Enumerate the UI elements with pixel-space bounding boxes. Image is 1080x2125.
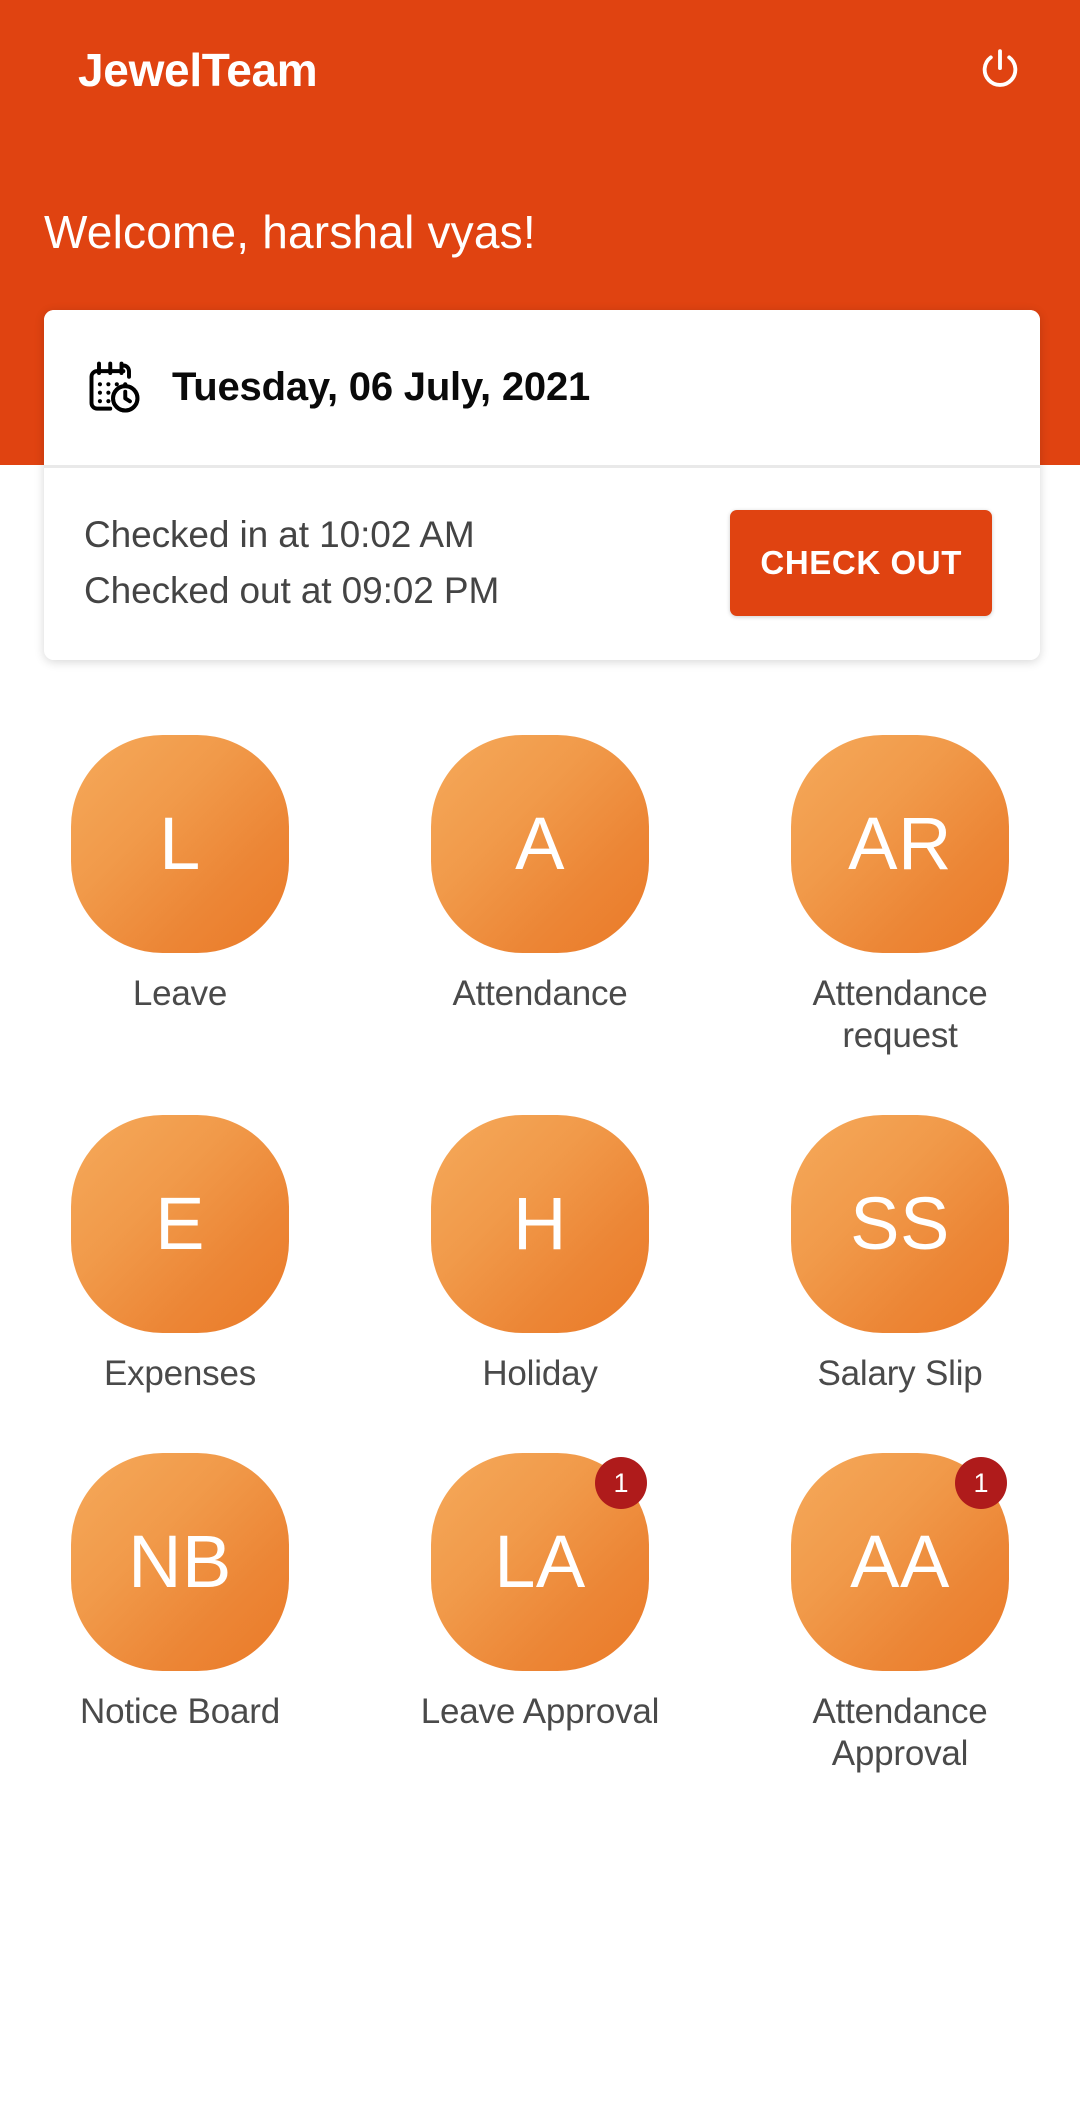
notification-badge: 1 (595, 1457, 647, 1509)
tile-label: Notice Board (80, 1692, 280, 1731)
tile-holiday[interactable]: H Holiday (360, 1115, 720, 1395)
tile-label: Leave Approval (420, 1692, 660, 1731)
tile-label: Attendance Approval (812, 1692, 988, 1773)
power-icon[interactable] (968, 38, 1032, 102)
tile-expenses[interactable]: E Expenses (0, 1115, 360, 1395)
tile-label: Salary Slip (817, 1354, 983, 1393)
tile-icon-wrap: L (71, 735, 289, 953)
tile-initials: AR (848, 802, 952, 885)
welcome-message: Welcome, harshal vyas! (44, 206, 536, 258)
tile-leave[interactable]: L Leave (0, 735, 360, 1057)
tile-icon-wrap: AR (791, 735, 1009, 953)
tile-initials: E (155, 1182, 205, 1265)
tile-label: Attendance (452, 974, 628, 1013)
home-screen: JewelTeam Welcome, harshal vyas! Tuesday… (0, 0, 1080, 2125)
tile-icon-wrap: SS (791, 1115, 1009, 1333)
squircle-icon: L (71, 735, 289, 953)
checked-in-text: Checked in at 10:02 AM (84, 514, 475, 555)
tile-leave-approval[interactable]: LA 1 Leave Approval (360, 1453, 720, 1775)
tile-initials: NB (128, 1520, 232, 1603)
check-row: Checked in at 10:02 AM Checked out at 09… (44, 468, 1040, 660)
tile-icon-wrap: H (431, 1115, 649, 1333)
squircle-icon: NB (71, 1453, 289, 1671)
app-title: JewelTeam (78, 44, 318, 96)
current-date: Tuesday, 06 July, 2021 (172, 365, 591, 409)
tile-icon-wrap: AA 1 (791, 1453, 1009, 1671)
tile-icon-wrap: LA 1 (431, 1453, 649, 1671)
tile-initials: AA (850, 1520, 950, 1603)
tile-attendance-request[interactable]: AR Attendance request (720, 735, 1080, 1057)
attendance-status-card: Tuesday, 06 July, 2021 Checked in at 10:… (44, 310, 1040, 660)
tile-notice-board[interactable]: NB Notice Board (0, 1453, 360, 1775)
tile-label: Attendance request (812, 974, 988, 1055)
tile-label: Holiday (482, 1354, 598, 1393)
app-tile-grid: L Leave A Attendance AR Attendance reque… (0, 735, 1080, 1775)
tile-initials: SS (850, 1182, 950, 1265)
squircle-icon: H (431, 1115, 649, 1333)
tile-icon-wrap: NB (71, 1453, 289, 1671)
tile-initials: L (159, 802, 201, 885)
squircle-icon: E (71, 1115, 289, 1333)
tile-initials: LA (494, 1520, 586, 1603)
tile-initials: A (515, 802, 565, 885)
calendar-clock-icon (89, 361, 140, 412)
squircle-icon: SS (791, 1115, 1009, 1333)
tile-initials: H (513, 1182, 567, 1265)
tile-label: Expenses (103, 1354, 257, 1393)
notification-badge: 1 (955, 1457, 1007, 1509)
tile-attendance[interactable]: A Attendance (360, 735, 720, 1057)
checked-out-text: Checked out at 09:02 PM (84, 570, 500, 611)
check-times: Checked in at 10:02 AM Checked out at 09… (84, 514, 499, 612)
tile-icon-wrap: A (431, 735, 649, 953)
tile-label: Leave (132, 974, 228, 1013)
check-out-button[interactable]: CHECK OUT (730, 510, 992, 616)
squircle-icon: AR (791, 735, 1009, 953)
tile-attendance-approval[interactable]: AA 1 Attendance Approval (720, 1453, 1080, 1775)
tile-icon-wrap: E (71, 1115, 289, 1333)
date-row: Tuesday, 06 July, 2021 (44, 310, 1040, 465)
squircle-icon: A (431, 735, 649, 953)
app-bar: JewelTeam (0, 0, 1080, 140)
tile-salary-slip[interactable]: SS Salary Slip (720, 1115, 1080, 1395)
